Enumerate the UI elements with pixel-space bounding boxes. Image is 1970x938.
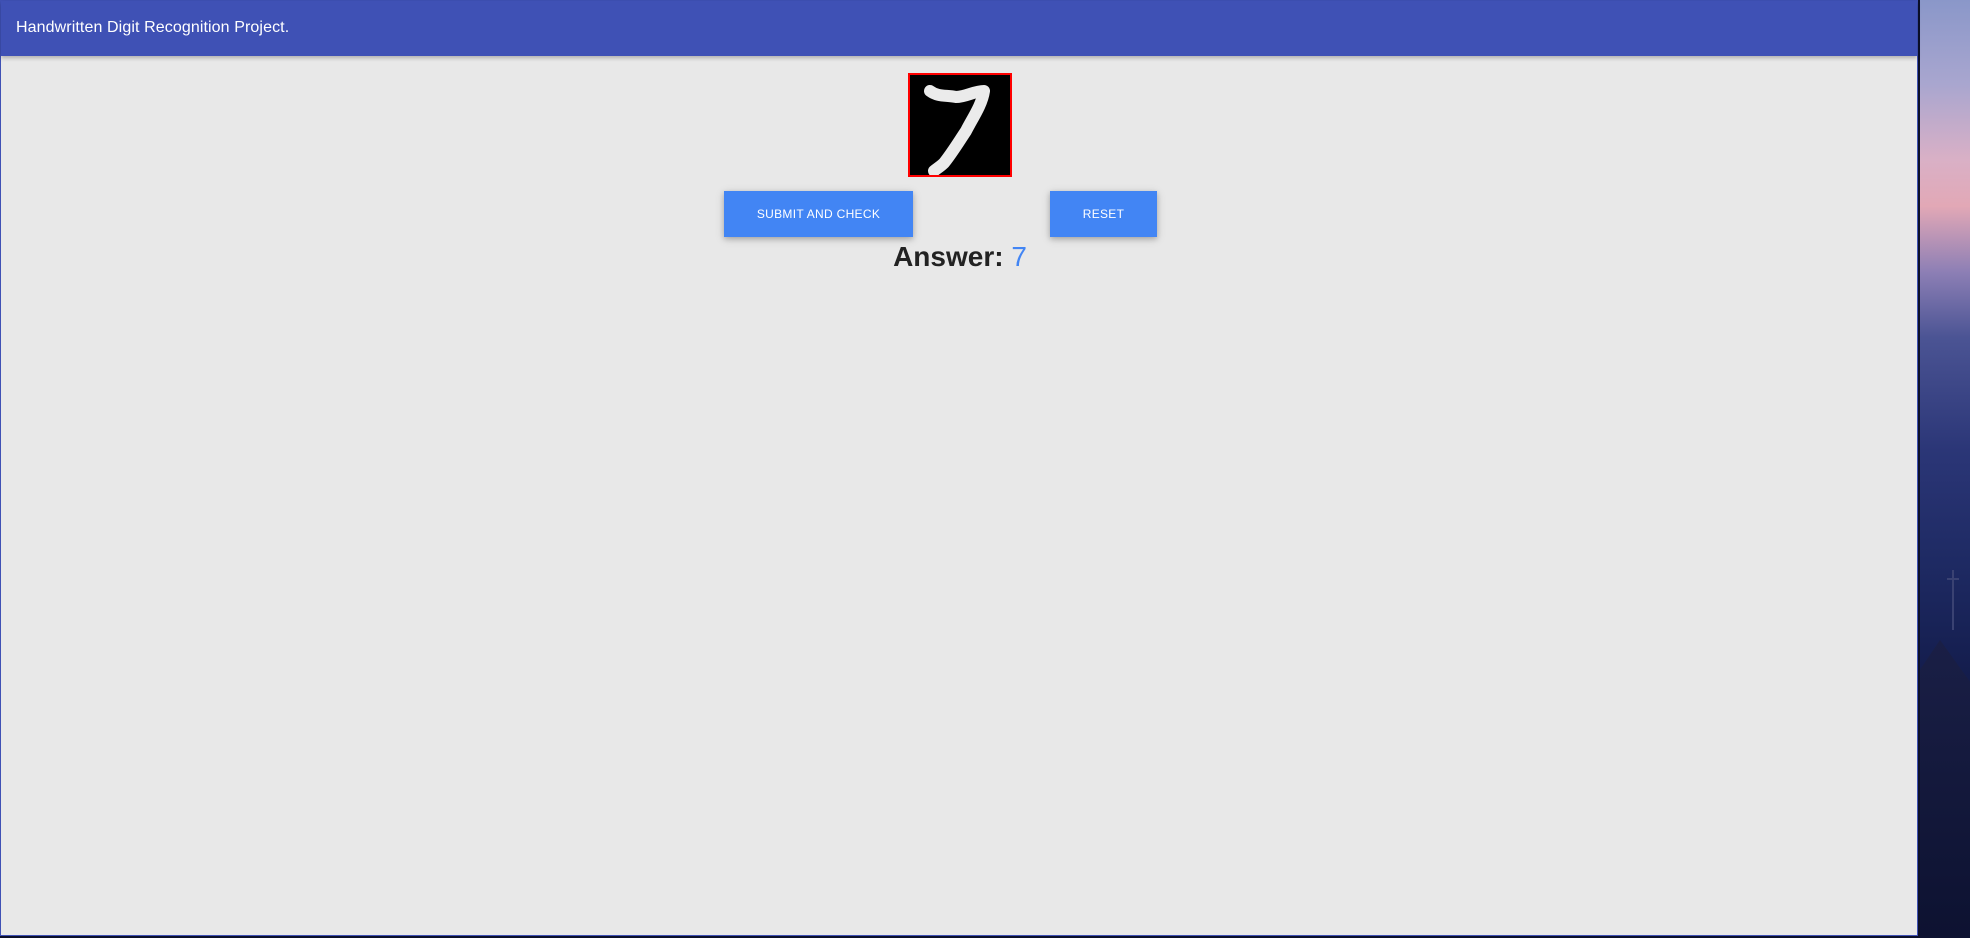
wallpaper-pole-arm — [1947, 578, 1959, 580]
handwritten-digit-stroke — [924, 85, 990, 175]
answer-value: 7 — [1011, 241, 1027, 272]
submit-and-check-button[interactable]: SUBMIT AND CHECK — [724, 191, 913, 237]
navbar: Handwritten Digit Recognition Project. — [1, 1, 1917, 56]
app-title: Handwritten Digit Recognition Project. — [16, 19, 290, 36]
drawing-canvas[interactable] — [908, 73, 1012, 177]
answer-line: Answer: 7 — [1, 241, 1919, 273]
answer-label: Answer: — [893, 241, 1004, 272]
wallpaper-hill — [1920, 640, 1970, 938]
reset-button[interactable]: RESET — [1050, 191, 1157, 237]
app-window: Handwritten Digit Recognition Project. S… — [0, 0, 1918, 936]
desktop-wallpaper — [1920, 0, 1970, 938]
